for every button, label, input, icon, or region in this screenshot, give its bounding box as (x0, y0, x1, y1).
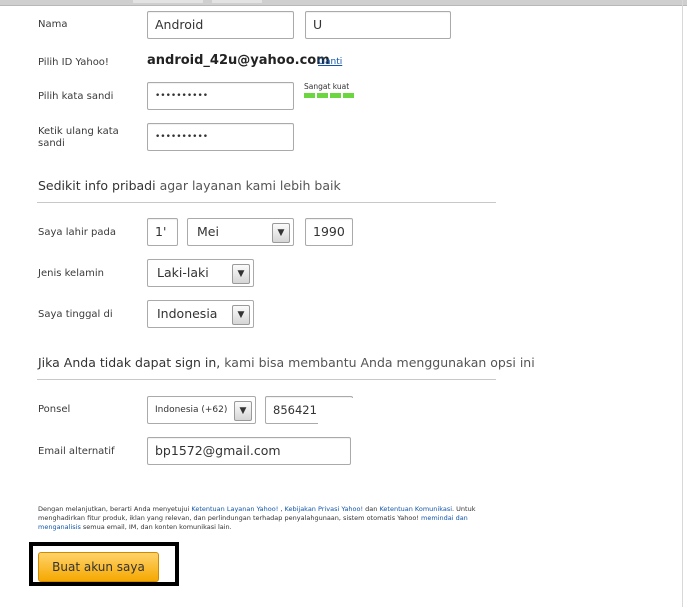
phone-label: Ponsel (38, 404, 71, 415)
legal-text: Dengan melanjutkan, berarti Anda menyetu… (38, 505, 483, 532)
page-border (682, 0, 683, 607)
confirm-password-label: Ketik ulang kata sandi (38, 126, 119, 149)
country-label: Saya tinggal di (38, 309, 113, 320)
change-id-link[interactable]: Ganti (318, 57, 342, 67)
personal-info-heading: Sedikit info pribadi agar layanan kami l… (38, 178, 341, 193)
legal-text-part: Dengan melanjutkan, berarti Anda menyetu… (38, 505, 192, 513)
communication-terms-link[interactable]: Ketentuan Komunikasi (379, 505, 452, 513)
personal-info-subtitle: agar layanan kami lebih baik (159, 178, 341, 193)
recovery-heading: Jika Anda tidak dapat sign in, kami bisa… (38, 355, 535, 370)
recovery-title: Jika Anda tidak dapat sign in, (38, 355, 221, 370)
chevron-down-icon[interactable]: ▼ (232, 264, 250, 284)
recovery-subtitle: kami bisa membantu Anda menggunakan opsi… (224, 355, 535, 370)
password-strength-label: Sangat kuat (304, 82, 350, 91)
strength-bar (343, 93, 354, 98)
redaction-patch (318, 398, 358, 426)
browser-top-edge (0, 0, 687, 6)
last-name-field[interactable]: U (305, 11, 451, 39)
section-divider (37, 202, 496, 203)
strength-bar (330, 93, 341, 98)
country-value: Indonesia (157, 306, 218, 321)
phone-country-select[interactable]: Indonesia (+62) ▼ (147, 396, 256, 424)
country-select[interactable]: Indonesia ▼ (147, 300, 254, 328)
chevron-down-icon[interactable]: ▼ (272, 223, 290, 243)
personal-info-title: Sedikit info pribadi (38, 178, 156, 193)
chevron-down-icon[interactable]: ▼ (232, 305, 250, 325)
phone-country-value: Indonesia (+62) (155, 405, 228, 415)
password-label: Pilih kata sandi (38, 91, 114, 102)
terms-of-service-link[interactable]: Ketentuan Layanan Yahoo! (191, 505, 278, 513)
birth-label: Saya lahir pada (38, 227, 116, 238)
yahoo-id-value: android_42u@yahoo.com (147, 53, 330, 68)
legal-text-part: dan (363, 505, 380, 513)
gender-label: Jenis kelamin (38, 268, 104, 279)
strength-bar (317, 93, 328, 98)
alt-email-label: Email alternatif (38, 446, 115, 457)
section-divider (37, 379, 496, 380)
gender-value: Laki-laki (157, 265, 209, 280)
password-field[interactable]: •••••••••• (147, 82, 294, 110)
birth-year-field[interactable]: 1990 (305, 218, 353, 246)
gender-select[interactable]: Laki-laki ▼ (147, 259, 254, 287)
privacy-policy-link[interactable]: Kebijakan Privasi Yahoo! (285, 505, 364, 513)
alt-email-field[interactable]: bp1572@gmail.com (147, 437, 351, 465)
confirm-password-field[interactable]: •••••••••• (147, 123, 294, 151)
strength-bar (304, 93, 315, 98)
birth-day-field[interactable]: 1' (147, 218, 178, 246)
top-tab (133, 0, 203, 3)
top-tab (212, 0, 262, 3)
birth-month-select[interactable]: Mei ▼ (187, 218, 294, 246)
create-account-button[interactable]: Buat akun saya (38, 552, 159, 582)
legal-text-part: semua email, IM, dan konten komunikasi l… (80, 523, 232, 531)
name-label: Nama (38, 19, 68, 30)
birth-month-value: Mei (197, 224, 219, 239)
first-name-field[interactable]: Android (147, 11, 294, 39)
yahoo-id-label: Pilih ID Yahoo! (38, 57, 109, 68)
chevron-down-icon[interactable]: ▼ (234, 401, 252, 421)
